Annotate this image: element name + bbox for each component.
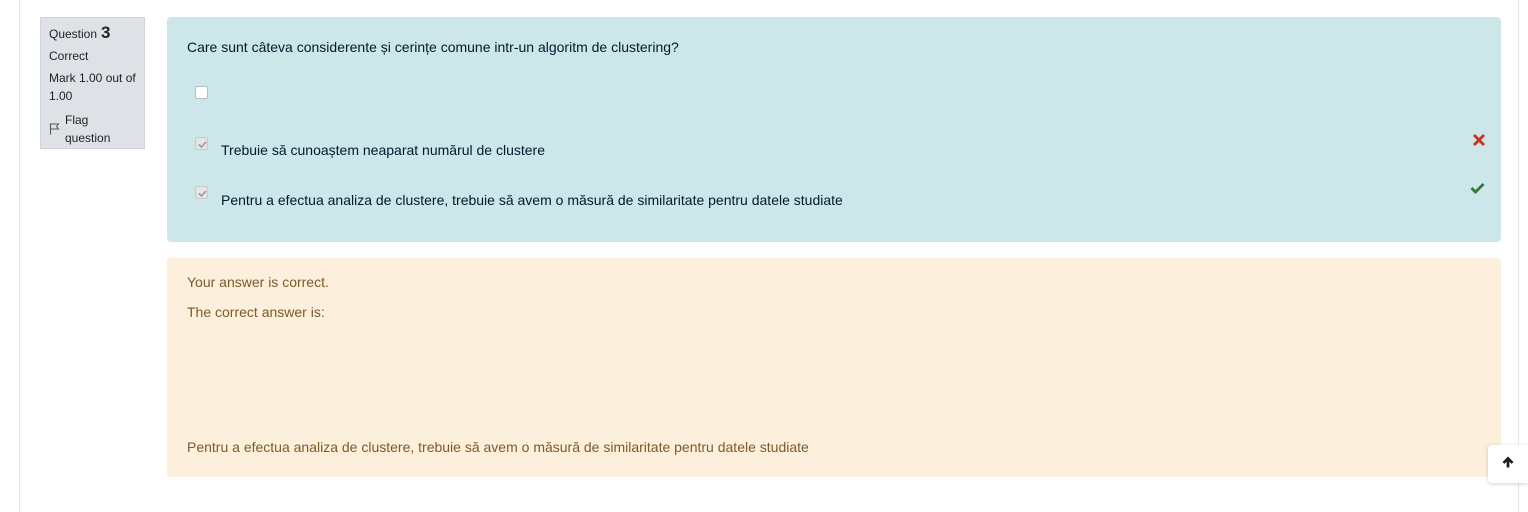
question-grade: Mark 1.00 out of 1.00	[49, 71, 136, 103]
right-answer-heading: The correct answer is:	[187, 304, 325, 320]
question-formulation: Care sunt câteva considerente și cerințe…	[167, 17, 1501, 242]
feedback-status: Your answer is correct.	[187, 274, 329, 290]
answer-option	[195, 85, 1485, 109]
question-number: 3	[101, 23, 111, 42]
answer-option: Trebuie să cunoaștem neaparat numărul de…	[195, 133, 1485, 160]
feedback-panel: Your answer is correct. The correct answ…	[167, 258, 1501, 477]
arrow-up-icon	[1501, 455, 1515, 474]
correct-icon	[1470, 181, 1485, 197]
flag-question-label: Flag question	[65, 113, 111, 145]
answer-label: Trebuie să cunoaștem neaparat numărul de…	[221, 142, 545, 158]
answer-option: Pentru a efectua analiza de clustere, tr…	[195, 183, 1485, 209]
flag-question-link[interactable]: Flag question	[49, 111, 136, 147]
question-word: Question	[49, 27, 98, 41]
back-to-top-button[interactable]	[1488, 445, 1528, 483]
right-answer-text: Pentru a efectua analiza de clustere, tr…	[187, 439, 809, 455]
question-number-label: Question 3	[49, 24, 136, 43]
question-text: Care sunt câteva considerente și cerințe…	[187, 39, 679, 55]
flag-icon	[49, 123, 60, 135]
question-info-panel: Question 3 Correct Mark 1.00 out of 1.00…	[40, 17, 145, 149]
answer-checkbox[interactable]	[195, 86, 208, 99]
incorrect-icon	[1473, 133, 1485, 149]
question-state: Correct	[49, 49, 89, 63]
answer-label: Pentru a efectua analiza de clustere, tr…	[221, 192, 843, 208]
answer-checkbox[interactable]	[195, 137, 208, 150]
answer-checkbox[interactable]	[195, 186, 208, 199]
